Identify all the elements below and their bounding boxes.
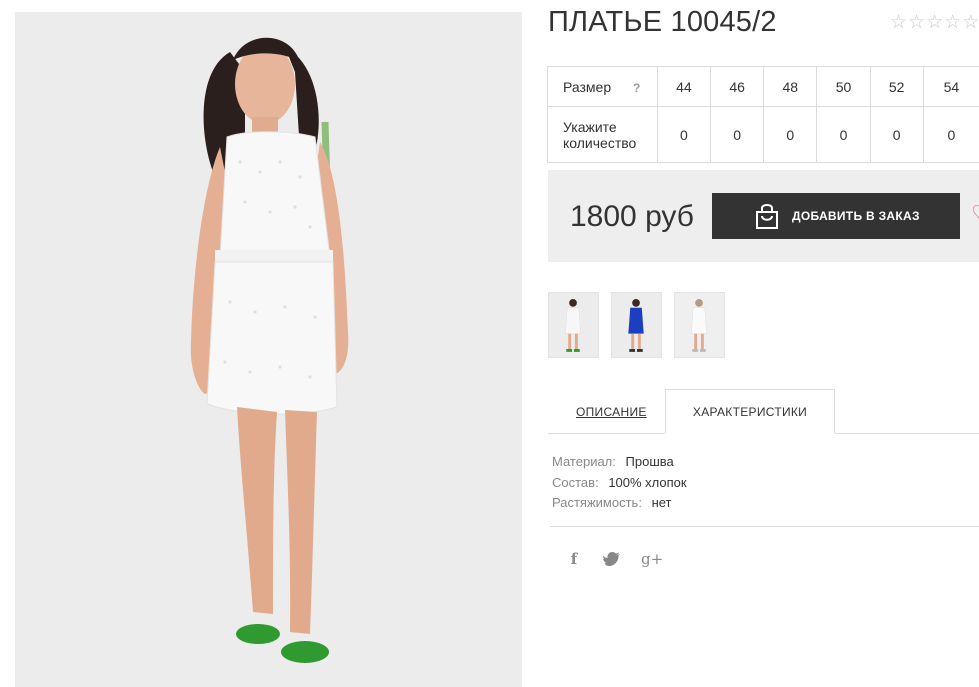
size-44: 44: [656, 66, 712, 107]
blue-dress-thumb: [612, 293, 661, 357]
divider: [550, 526, 979, 527]
product-main-image[interactable]: [15, 12, 522, 687]
quantity-label: Укажите количество: [547, 106, 658, 163]
product-tabs: ОПИСАНИЕ ХАРАКТЕРИСТИКИ: [548, 389, 979, 434]
spec-value: Прошва: [625, 454, 674, 469]
tab-characteristics[interactable]: ХАРАКТЕРИСТИКИ: [665, 389, 835, 434]
quantity-input-54[interactable]: 0: [922, 106, 979, 163]
spec-row-material: Материал: Прошва: [552, 452, 687, 473]
thumbnail-1[interactable]: [548, 292, 599, 358]
product-title: ПЛАТЬЕ 10045/2: [548, 6, 777, 38]
quantity-input-46[interactable]: 0: [710, 106, 765, 163]
size-row: Размер ? 44 46 48 50 52 54: [547, 66, 979, 107]
star-outline-icon[interactable]: ☆: [890, 13, 907, 32]
product-price: 1800 руб: [570, 200, 694, 233]
size-label: Размер: [563, 78, 612, 95]
quantity-label-line1: Укажите: [563, 118, 617, 135]
tab-description[interactable]: ОПИСАНИЕ: [576, 405, 647, 419]
thumbnail-2[interactable]: [611, 292, 662, 358]
characteristics-list: Материал: Прошва Состав: 100% хлопок Рас…: [552, 452, 687, 514]
size-54: 54: [922, 66, 979, 107]
social-share: f g+: [565, 550, 663, 568]
size-help-icon[interactable]: ?: [633, 81, 640, 95]
shopping-bag-icon: [756, 204, 778, 229]
facebook-icon[interactable]: f: [565, 550, 583, 568]
size-52: 52: [869, 66, 924, 107]
product-rating[interactable]: ☆ ☆ ☆ ☆ ☆: [890, 13, 979, 32]
price-box: 1800 руб ДОБАВИТЬ В ЗАКАЗ ♡: [548, 170, 979, 262]
white-dress-thumb: [549, 293, 598, 357]
size-50: 50: [816, 66, 871, 107]
size-48: 48: [763, 66, 818, 107]
spec-key: Материал:: [552, 454, 616, 469]
quantity-label-line2: количество: [563, 134, 637, 151]
size-46: 46: [710, 66, 765, 107]
heart-icon[interactable]: ♡: [971, 203, 979, 225]
size-quantity-table: Размер ? 44 46 48 50 52 54 Укажите колич…: [547, 66, 979, 163]
add-to-order-button[interactable]: ДОБАВИТЬ В ЗАКАЗ: [712, 193, 960, 239]
quantity-input-44[interactable]: 0: [656, 106, 712, 163]
twitter-icon[interactable]: [603, 552, 621, 566]
spec-value: нет: [651, 495, 672, 510]
size-label-cell: Размер ?: [547, 66, 658, 107]
quantity-input-48[interactable]: 0: [763, 106, 818, 163]
quantity-input-52[interactable]: 0: [869, 106, 924, 163]
google-plus-icon[interactable]: g+: [641, 550, 663, 568]
spec-key: Состав:: [552, 474, 599, 490]
quantity-input-50[interactable]: 0: [816, 106, 871, 163]
white-dress-thumb-2: [675, 293, 724, 357]
star-outline-icon[interactable]: ☆: [926, 13, 943, 32]
spec-value: 100% хлопок: [608, 474, 687, 490]
star-outline-icon[interactable]: ☆: [962, 13, 979, 32]
spec-row-stretch: Растяжимость: нет: [552, 493, 687, 514]
star-outline-icon[interactable]: ☆: [908, 13, 925, 32]
add-to-order-label: ДОБАВИТЬ В ЗАКАЗ: [792, 209, 920, 223]
thumbnail-gallery: [548, 292, 725, 358]
spec-row-composition: Состав: 100% хлопок: [552, 473, 687, 494]
star-outline-icon[interactable]: ☆: [944, 13, 961, 32]
thumbnail-3[interactable]: [674, 292, 725, 358]
quantity-row: Укажите количество 0 0 0 0 0 0: [547, 106, 979, 163]
model-in-white-dress-illustration: [15, 12, 522, 687]
spec-key: Растяжимость:: [552, 495, 642, 510]
